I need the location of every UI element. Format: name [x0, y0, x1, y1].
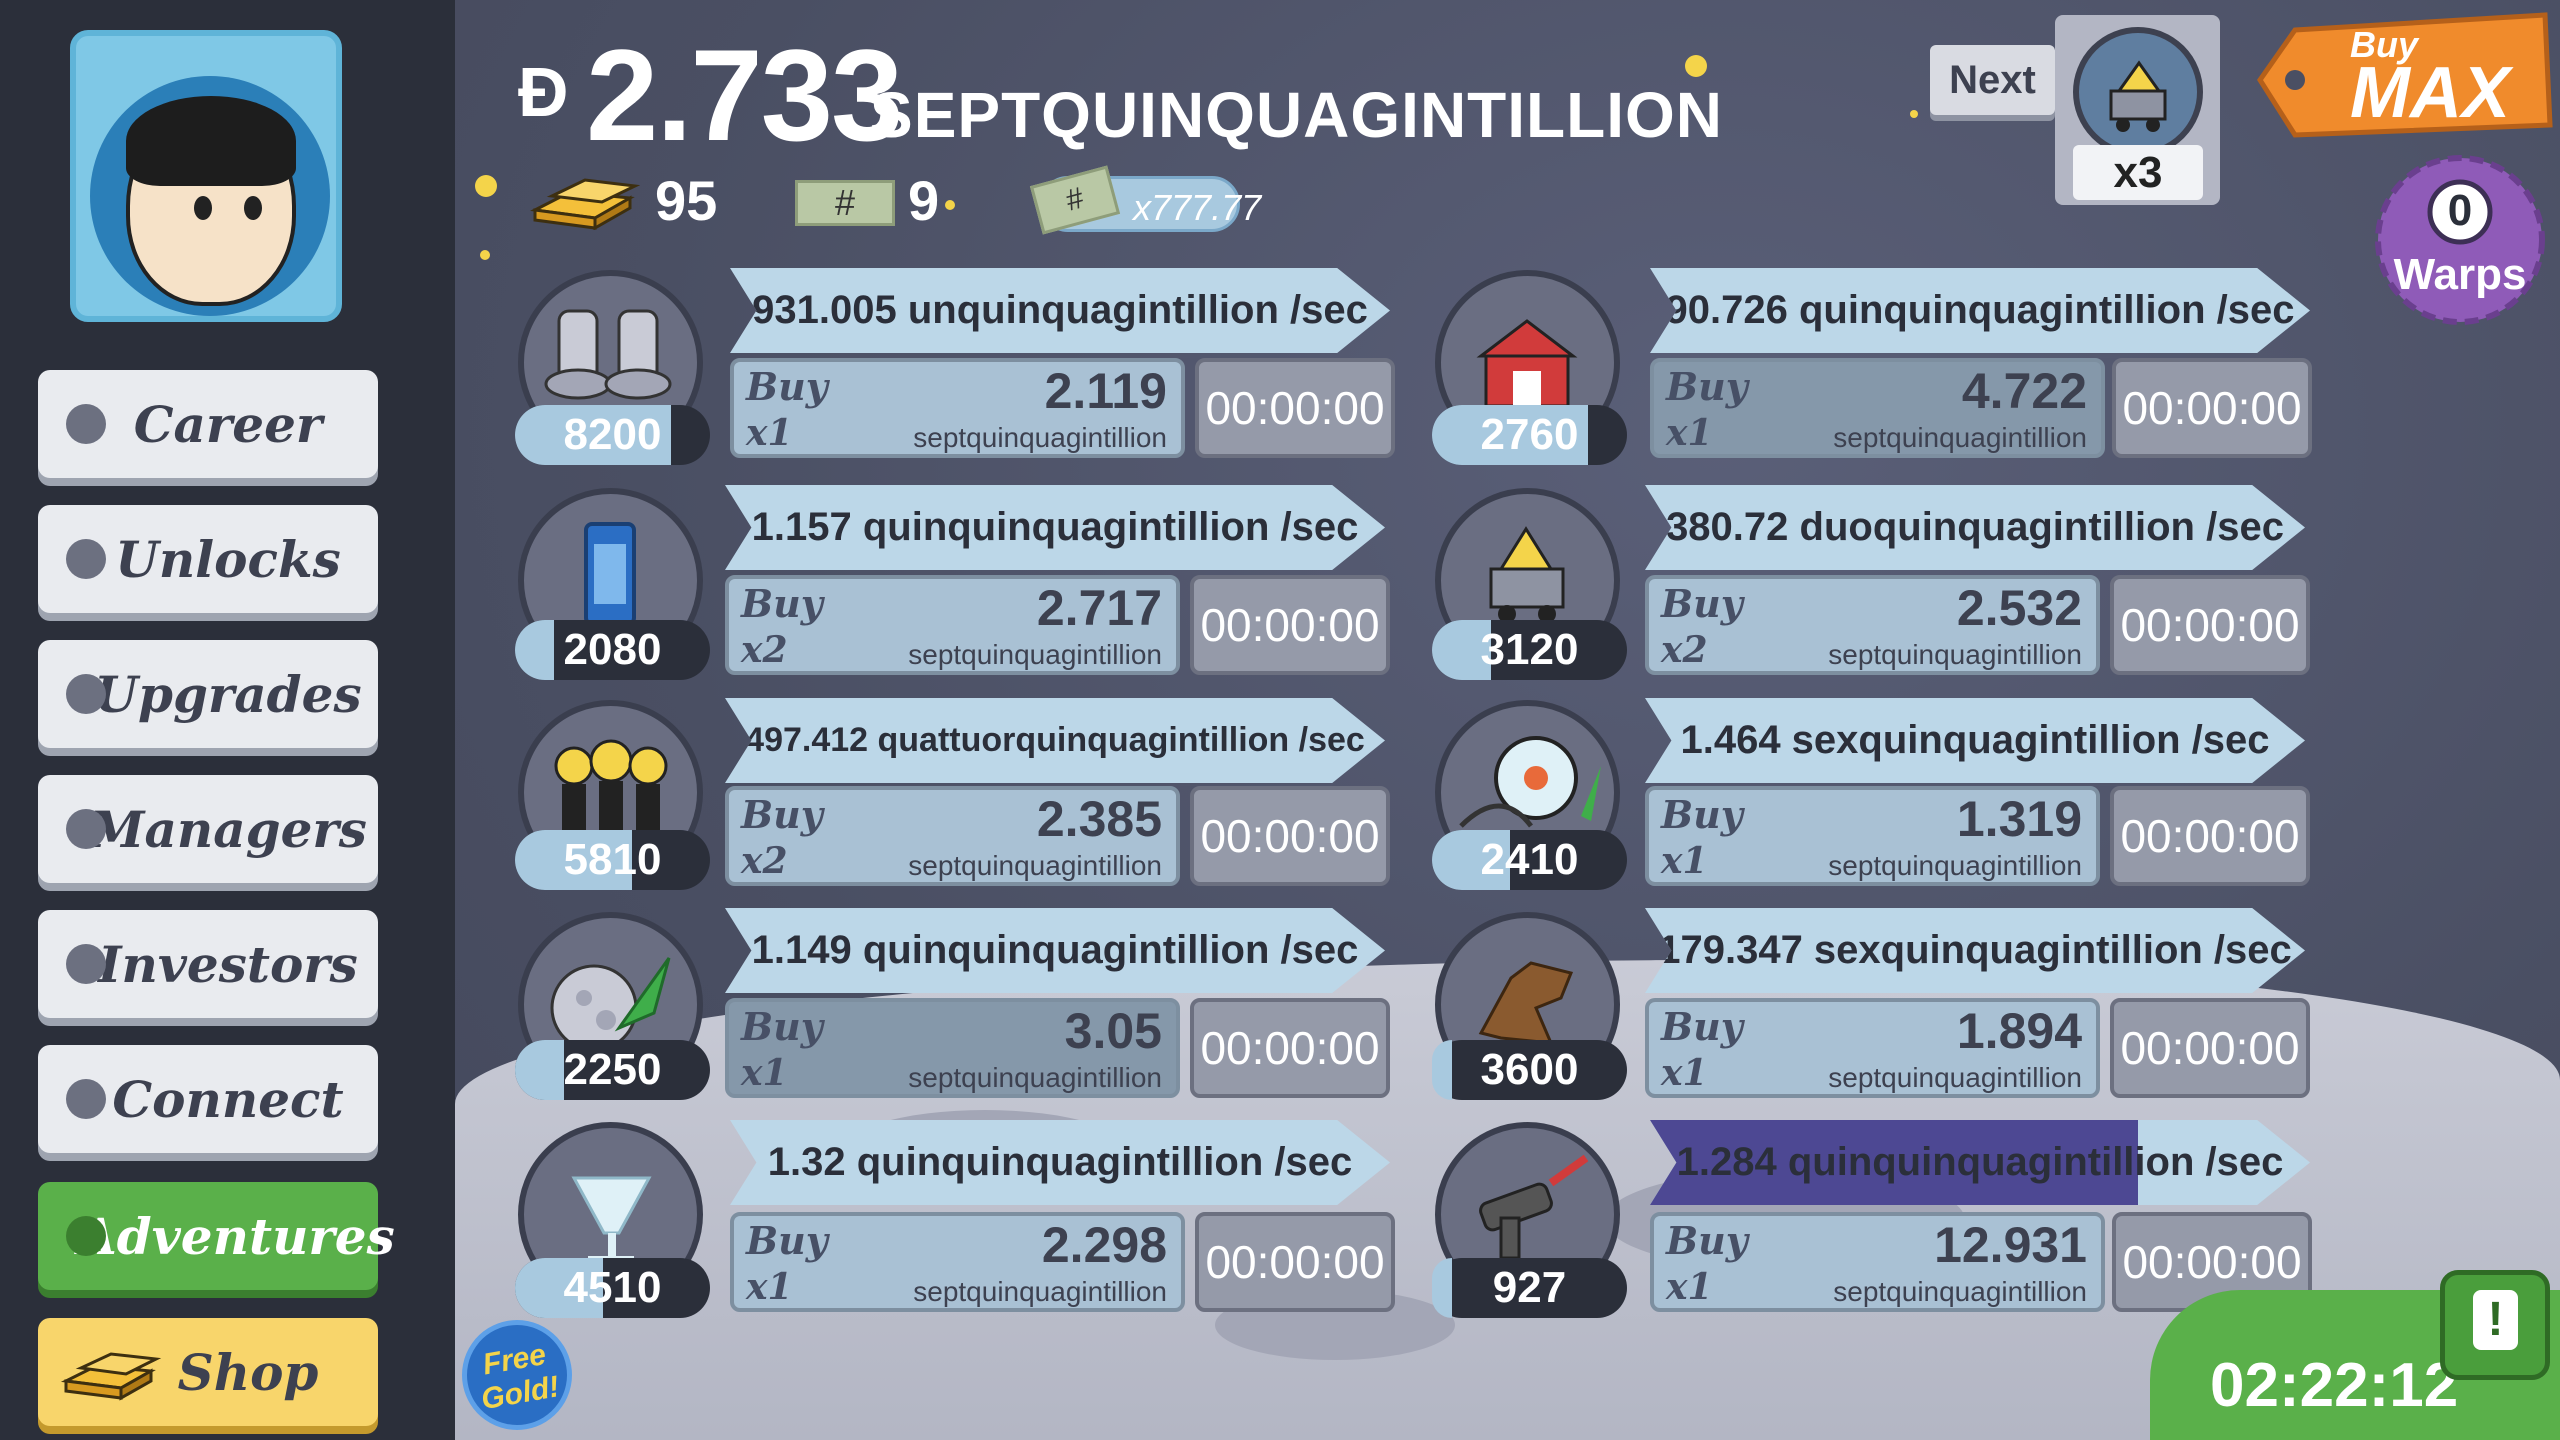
business-count: 5810	[515, 830, 710, 890]
sidebar: Career Unlocks Upgrades Managers Investo…	[0, 0, 455, 1440]
money-value: 2.733	[586, 22, 903, 168]
ticket-count: 9	[908, 169, 940, 232]
sidebar-item-shop[interactable]: Shop	[38, 1318, 378, 1426]
income-rate-banner[interactable]: 1.157 quinquinquagintillion /sec	[725, 485, 1385, 570]
buy-button[interactable]: Buy x1 12.931 septquinquagintillion	[1650, 1212, 2105, 1312]
business-timer: 00:00:00	[2112, 358, 2312, 458]
badge-dot	[66, 809, 106, 849]
warps-label: Warps	[2393, 250, 2527, 299]
buy-button[interactable]: Buy x1 4.722 septquinquagintillion	[1650, 358, 2105, 458]
badge-dot	[66, 1079, 106, 1119]
buy-button[interactable]: Buy x1 2.119 septquinquagintillion	[730, 358, 1185, 458]
gold-bars-icon	[530, 178, 640, 230]
next-multiplier: x3	[2073, 145, 2203, 200]
cheese-cart-icon	[2073, 27, 2203, 157]
star	[945, 200, 955, 210]
currency-symbol: Ð	[518, 53, 569, 131]
badge-dot	[66, 944, 106, 984]
business-timer: 00:00:00	[2110, 998, 2310, 1098]
income-rate-banner[interactable]: 380.72 duoquinquagintillion /sec	[1645, 485, 2305, 570]
star	[1685, 55, 1707, 77]
business-timer: 00:00:00	[1190, 786, 1390, 886]
star	[1910, 110, 1918, 118]
eye-icon	[194, 196, 212, 220]
business-count: 927	[1432, 1258, 1627, 1318]
star	[480, 250, 490, 260]
ticket-icon: #	[795, 180, 895, 226]
business-count: 4510	[515, 1258, 710, 1318]
business-count: 2250	[515, 1040, 710, 1100]
sidebar-item-investors[interactable]: Investors	[38, 910, 378, 1018]
income-rate-banner[interactable]: 90.726 quinquinquagintillion /sec	[1650, 268, 2310, 353]
buy-button[interactable]: Buy x1 2.298 septquinquagintillion	[730, 1212, 1185, 1312]
sidebar-item-unlocks[interactable]: Unlocks	[38, 505, 378, 613]
income-rate-banner[interactable]: 1.149 quinquinquagintillion /sec	[725, 908, 1385, 993]
business-count: 2080	[515, 620, 710, 680]
avatar[interactable]	[70, 30, 342, 322]
badge-dot	[66, 404, 106, 444]
badge-dot	[66, 674, 106, 714]
event-timer-panel[interactable]: 02:22:12 !	[2150, 1230, 2560, 1440]
badge-dot	[66, 539, 106, 579]
buy-button[interactable]: Buy x1 1.319 septquinquagintillion	[1645, 786, 2100, 886]
buy-button[interactable]: Buy x2 2.532 septquinquagintillion	[1645, 575, 2100, 675]
gold-bars-icon	[60, 1352, 162, 1401]
business-count: 2410	[1432, 830, 1627, 890]
sidebar-item-adventures[interactable]: Adventures	[38, 1182, 395, 1290]
buy-button[interactable]: Buy x1 3.05 septquinquagintillion	[725, 998, 1180, 1098]
business-timer: 00:00:00	[1195, 358, 1395, 458]
star	[475, 175, 497, 197]
income-rate-banner[interactable]: 497.412 quattuorquinquagintillion /sec	[725, 698, 1385, 783]
income-rate-banner[interactable]: 1.464 sexquinquagintillion /sec	[1645, 698, 2305, 783]
income-rate-banner[interactable]: 1.284 quinquinquagintillion /sec	[1650, 1120, 2310, 1205]
multiplier-value: x777.77	[1133, 187, 1262, 228]
business-timer: 00:00:00	[1195, 1212, 1395, 1312]
eye-icon	[244, 196, 262, 220]
business-timer: 00:00:00	[2110, 786, 2310, 886]
business-count: 3120	[1432, 620, 1627, 680]
business-timer: 00:00:00	[2110, 575, 2310, 675]
business-count: 3600	[1432, 1040, 1627, 1100]
hair-icon	[126, 96, 296, 186]
event-timer: 02:22:12	[2210, 1351, 2459, 1420]
multiplier-pill[interactable]: # x777.77	[1029, 165, 1261, 235]
warps-badge[interactable]: 0 Warps	[2370, 150, 2550, 330]
money-unit: SEPTQUINQUAGINTILLION	[870, 79, 1723, 151]
gold-count: 95	[655, 169, 718, 232]
income-rate-banner[interactable]: 931.005 unquinquagintillion /sec	[730, 268, 1390, 353]
tv-icon[interactable]: !	[2440, 1270, 2550, 1380]
business-timer: 00:00:00	[1190, 575, 1390, 675]
income-rate-banner[interactable]: 179.347 sexquinquagintillion /sec	[1645, 908, 2305, 993]
buy-button[interactable]: Buy x2 2.385 septquinquagintillion	[725, 786, 1180, 886]
business-count: 2760	[1432, 405, 1627, 465]
gear-badge-icon	[2375, 155, 2545, 325]
sidebar-item-managers[interactable]: Managers	[38, 775, 378, 883]
income-rate-banner[interactable]: 1.32 quinquinquagintillion /sec	[730, 1120, 1390, 1205]
business-timer: 00:00:00	[1190, 998, 1390, 1098]
warps-count: 0	[2447, 186, 2473, 235]
max-label: MAX	[2350, 53, 2510, 133]
sidebar-item-upgrades[interactable]: Upgrades	[38, 640, 378, 748]
business-count: 8200	[515, 405, 710, 465]
badge-dot	[66, 1216, 106, 1256]
sidebar-item-connect[interactable]: Connect	[38, 1045, 378, 1153]
buy-button[interactable]: Buy x1 1.894 septquinquagintillion	[1645, 998, 2100, 1098]
sidebar-item-career[interactable]: Career	[38, 370, 378, 478]
buy-button[interactable]: Buy x2 2.717 septquinquagintillion	[725, 575, 1180, 675]
next-button[interactable]: Next	[1930, 45, 2055, 115]
buy-max-button[interactable]: Buy MAX	[2255, 10, 2555, 140]
next-upgrade-box[interactable]: x3	[2055, 15, 2220, 205]
